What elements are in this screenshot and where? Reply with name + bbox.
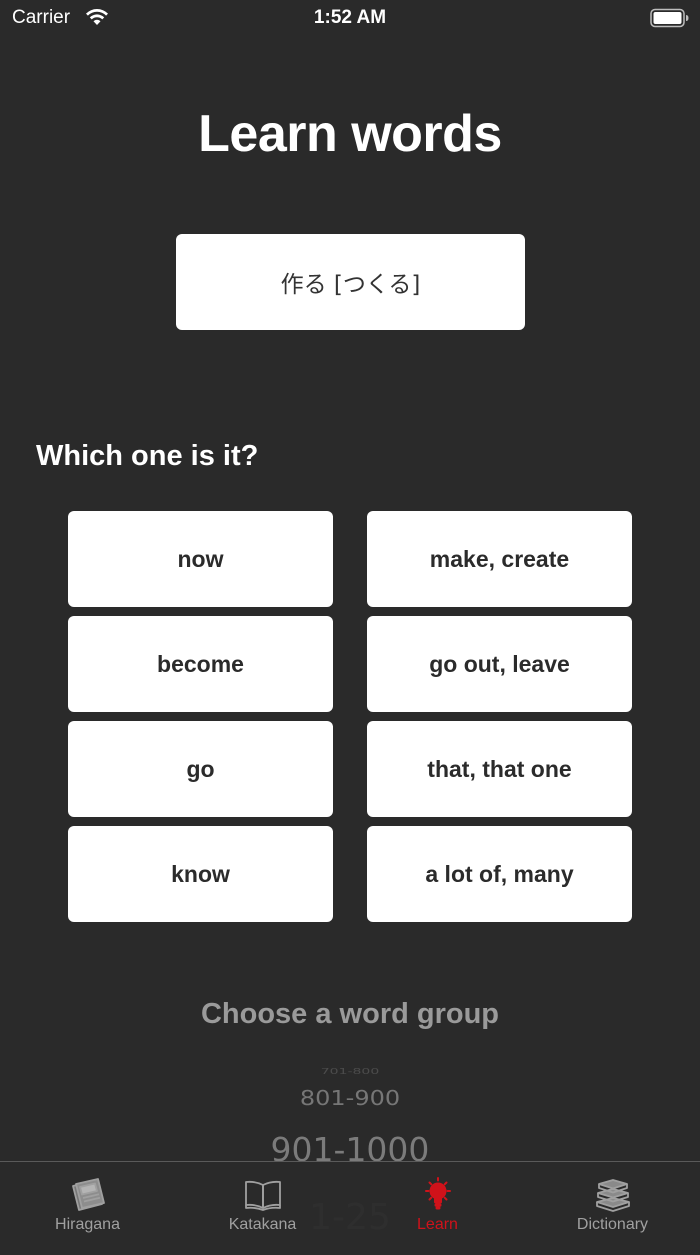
tab-label: Learn [417, 1216, 458, 1233]
status-time: 1:52 AM [313, 7, 387, 28]
word-card: 作る [つくる] [176, 234, 525, 330]
answer-button[interactable]: a lot of, many [367, 826, 632, 922]
status-bar: Carrier 1:52 AM [0, 0, 700, 36]
tab-bar: Hiragana Katakana Learn Dictionary [0, 1161, 700, 1245]
picker-item[interactable]: 801-900 [200, 1086, 500, 1110]
books-stack-icon [593, 1176, 633, 1212]
question-label: Which one is it? [36, 440, 259, 472]
battery-icon [650, 8, 690, 28]
answer-button[interactable]: make, create [367, 511, 632, 607]
newspaper-icon [68, 1176, 108, 1212]
tab-katakana[interactable]: Katakana [175, 1162, 350, 1245]
tab-learn[interactable]: Learn [350, 1162, 525, 1245]
lightbulb-icon [418, 1176, 458, 1212]
answer-grid: now make, create become go out, leave go… [68, 511, 633, 922]
tab-label: Hiragana [55, 1216, 120, 1233]
page-title: Learn words [198, 105, 502, 163]
answer-button[interactable]: go out, leave [367, 616, 632, 712]
tab-label: Katakana [228, 1216, 297, 1233]
word-group-title: Choose a word group [200, 998, 500, 1030]
book-icon [243, 1176, 283, 1212]
tab-hiragana[interactable]: Hiragana [0, 1162, 175, 1245]
answer-button[interactable]: know [68, 826, 333, 922]
tab-label: Dictionary [576, 1216, 649, 1233]
answer-button[interactable]: that, that one [367, 721, 632, 817]
answer-button[interactable]: become [68, 616, 333, 712]
answer-button[interactable]: go [68, 721, 333, 817]
tab-dictionary[interactable]: Dictionary [525, 1162, 700, 1245]
picker-item[interactable]: 701-800 [200, 1068, 500, 1077]
answer-button[interactable]: now [68, 511, 333, 607]
